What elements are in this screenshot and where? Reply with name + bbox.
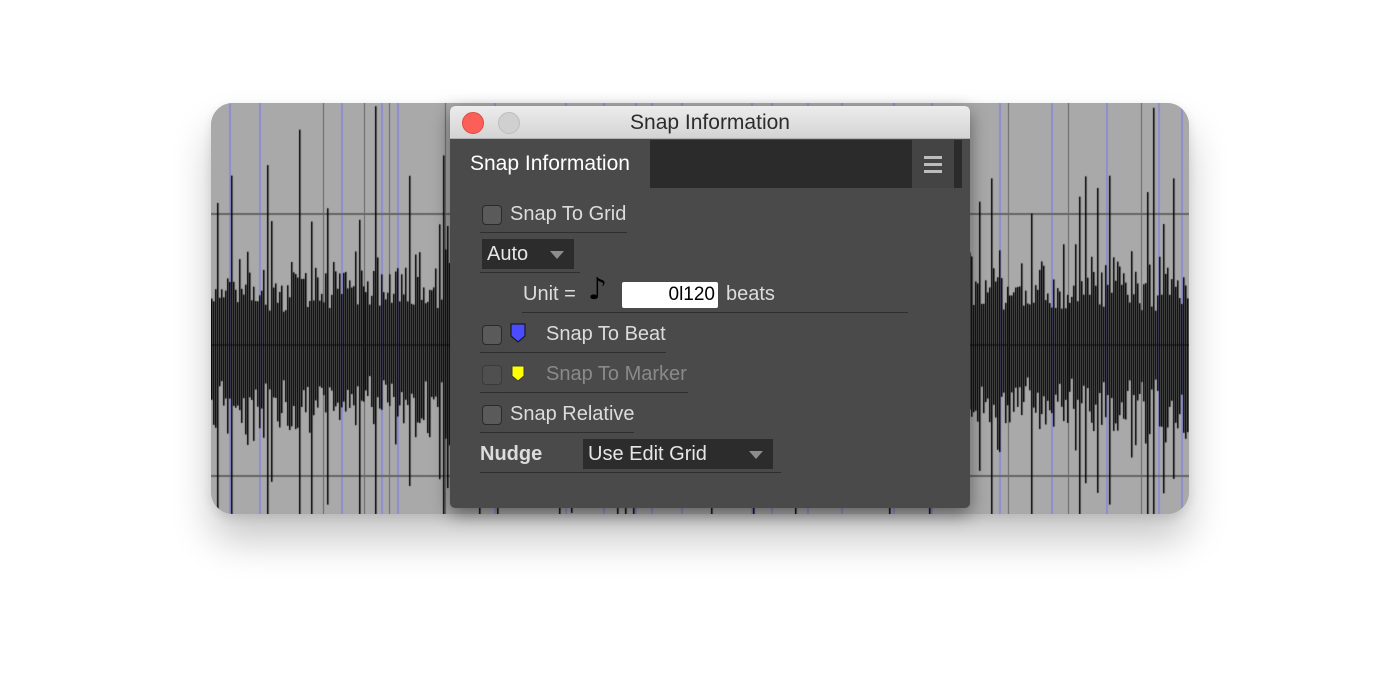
grid-mode-value: Auto [487, 243, 529, 265]
snap-to-beat-checkbox[interactable] [482, 325, 502, 345]
unit-label: Unit = [523, 283, 576, 305]
tab-label: Snap Information [470, 152, 630, 175]
hamburger-icon-bar [924, 163, 942, 166]
hamburger-icon [924, 156, 942, 159]
hamburger-icon-bar [924, 170, 942, 173]
beat-marker-icon [510, 323, 526, 343]
nudge-label: Nudge [480, 443, 543, 465]
snap-relative-label[interactable]: Snap Relative [510, 403, 635, 426]
snap-to-marker-checkbox[interactable] [482, 365, 502, 385]
nudge-select[interactable]: Use Edit Grid [583, 439, 773, 469]
snap-information-window: Snap Information Snap Information Snap T… [450, 106, 970, 508]
divider [480, 392, 688, 393]
marker-icon [511, 365, 525, 382]
divider [480, 352, 666, 353]
divider [480, 472, 781, 473]
snap-to-grid-label[interactable]: Snap To Grid [510, 203, 626, 226]
snap-to-marker-label[interactable]: Snap To Marker [546, 363, 687, 386]
unit-value-input[interactable] [622, 282, 718, 308]
panel-menu-button[interactable] [912, 140, 954, 188]
tab-bar: Snap Information [458, 140, 962, 188]
divider [480, 272, 580, 273]
tab-snap-information[interactable]: Snap Information [458, 140, 650, 188]
snap-to-beat-label[interactable]: Snap To Beat [546, 323, 666, 346]
chevron-down-icon [749, 451, 763, 459]
snap-relative-checkbox[interactable] [482, 405, 502, 425]
eighth-note-icon[interactable]: ♪ [588, 272, 607, 307]
chevron-down-icon [550, 251, 564, 259]
divider [480, 232, 627, 233]
title-bar[interactable]: Snap Information [450, 106, 970, 139]
window-title: Snap Information [630, 111, 790, 134]
snap-to-grid-checkbox[interactable] [482, 205, 502, 225]
divider [480, 432, 634, 433]
grid-mode-select[interactable]: Auto [482, 239, 574, 269]
unit-suffix: beats [726, 283, 775, 305]
nudge-value: Use Edit Grid [588, 443, 707, 465]
divider [522, 312, 908, 313]
